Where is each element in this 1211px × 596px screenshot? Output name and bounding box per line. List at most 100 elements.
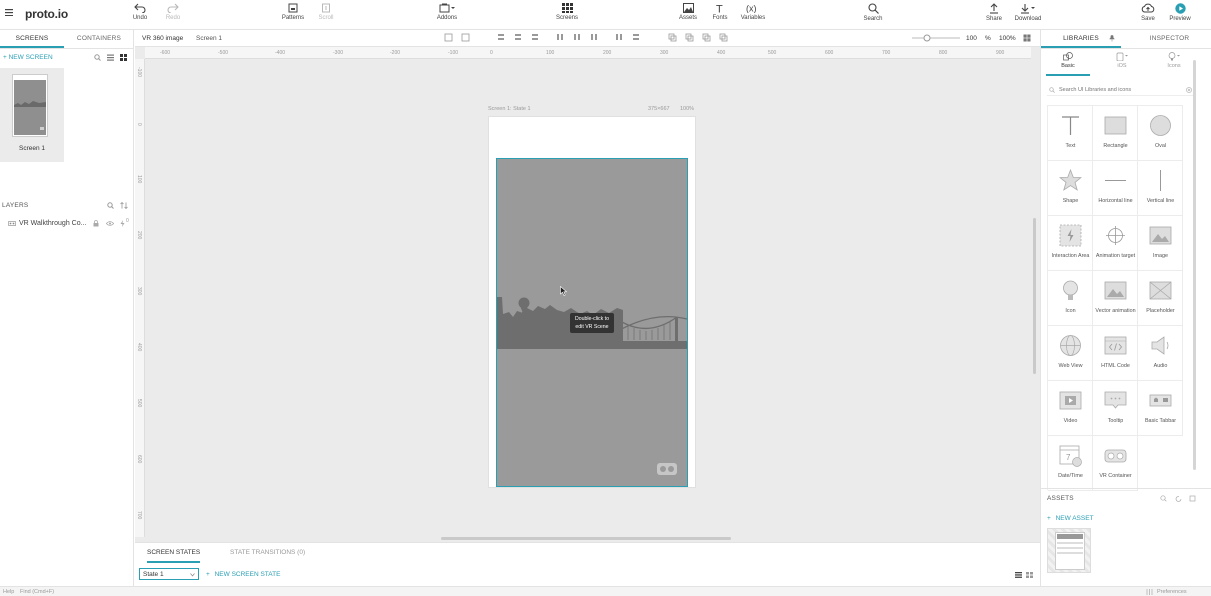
zoom-input[interactable]: 100	[966, 35, 977, 42]
lib-item-label: VR Container	[1099, 473, 1132, 479]
addons-button[interactable]: Addons	[429, 3, 465, 27]
save-button[interactable]: Save	[1130, 3, 1166, 27]
divider	[1041, 48, 1211, 49]
align-distribute-icons[interactable]	[443, 33, 733, 43]
preferences-link[interactable]: Preferences	[1157, 589, 1187, 595]
zoom-slider[interactable]	[912, 34, 960, 42]
layers-sort-icon[interactable]	[120, 201, 128, 211]
redo-button[interactable]: Redo	[155, 3, 191, 27]
lib-item-vr-container[interactable]: VR Container	[1093, 436, 1138, 491]
zoom-fit-button[interactable]: 100%	[999, 35, 1016, 42]
lib-item-image[interactable]: Image	[1138, 216, 1183, 271]
lib-item-interaction-area[interactable]: Interaction Area	[1048, 216, 1093, 271]
lock-icon[interactable]	[93, 220, 99, 229]
screens-button[interactable]: Screens	[549, 3, 585, 27]
list-view-icon[interactable]	[107, 54, 114, 63]
grid-view-icon[interactable]	[120, 54, 127, 63]
ruler-tick: 600	[825, 50, 834, 56]
image-icon	[1149, 226, 1172, 245]
lib-item-vector-animation[interactable]: Vector animation	[1093, 271, 1138, 326]
tab-screens[interactable]: SCREENS	[0, 30, 64, 48]
assets-button[interactable]: Assets	[670, 3, 706, 27]
grid-view-icon[interactable]	[1026, 572, 1033, 578]
lib-tab-basic[interactable]: Basic	[1046, 52, 1090, 76]
clear-search-icon[interactable]	[1186, 87, 1192, 93]
patterns-button[interactable]: Patterns	[275, 3, 311, 27]
tab-inspector[interactable]: INSPECTOR	[1127, 30, 1211, 48]
tab-screen-states[interactable]: SCREEN STATES	[147, 549, 201, 563]
assets-icon	[682, 3, 694, 13]
right-panel: LIBRARIES INSPECTOR Basic iOS Icons Text…	[1040, 30, 1211, 586]
breadcrumb-screen[interactable]: Screen 1	[196, 35, 222, 42]
lib-item-horizontal-line[interactable]: Horizontal line	[1093, 161, 1138, 216]
menu-icon[interactable]	[5, 9, 13, 18]
lib-item-icon[interactable]: Icon	[1048, 271, 1093, 326]
lib-item-audio[interactable]: Audio	[1138, 326, 1183, 381]
ruler-tick: 400	[136, 343, 142, 352]
fonts-icon: T	[716, 4, 723, 14]
list-view-icon[interactable]	[1015, 572, 1022, 578]
lib-item-web-view[interactable]: Web View	[1048, 326, 1093, 381]
horizontal-scrollbar[interactable]	[441, 537, 731, 540]
library-scrollbar[interactable]	[1193, 60, 1196, 470]
lib-item-label: Animation target	[1095, 253, 1136, 259]
new-asset-label: NEW ASSET	[1055, 515, 1094, 522]
lib-item-placeholder[interactable]: Placeholder	[1138, 271, 1183, 326]
vertical-line-icon	[1160, 170, 1161, 191]
lib-item-text[interactable]: Text	[1048, 106, 1093, 161]
layer-item[interactable]: VR Walkthrough Co... 0	[0, 217, 134, 231]
fonts-label: Fonts	[712, 15, 728, 21]
lib-item-tooltip[interactable]: Tooltip	[1093, 381, 1138, 436]
search-icon	[1049, 87, 1055, 93]
interaction-bolt-icon[interactable]	[120, 220, 125, 229]
new-asset-button[interactable]: + NEW ASSET	[1047, 515, 1094, 522]
library-search-input[interactable]	[1059, 85, 1184, 95]
find-link[interactable]: Find (Cmd+F)	[20, 589, 54, 595]
undo-button[interactable]: Undo	[122, 3, 158, 27]
text-icon	[1062, 116, 1079, 135]
help-link[interactable]: Help	[3, 589, 14, 595]
search-button[interactable]: Search	[855, 3, 891, 27]
ruler-tick: -100	[448, 50, 459, 56]
state-select[interactable]: State 1	[139, 568, 199, 580]
redo-icon	[167, 3, 179, 13]
lib-item-animation-target[interactable]: Animation target	[1093, 216, 1138, 271]
lib-tab-ios[interactable]: iOS	[1100, 52, 1144, 76]
vertical-scrollbar[interactable]	[1033, 218, 1036, 374]
screen-search-icon[interactable]	[94, 54, 101, 63]
horizontal-ruler: -600 -500 -400 -300 -200 -100 0 100 200 …	[145, 47, 1031, 59]
scroll-button[interactable]: Scroll	[308, 3, 344, 27]
vr-headset-icon	[1104, 449, 1127, 463]
preview-button[interactable]: Preview	[1162, 3, 1198, 27]
fonts-button[interactable]: T Fonts	[702, 3, 738, 27]
pin-icon[interactable]	[1109, 35, 1115, 42]
tab-containers[interactable]: CONTAINERS	[64, 30, 134, 48]
breadcrumb-project[interactable]: VR 360 image	[142, 35, 183, 42]
asset-thumbnail[interactable]	[1047, 528, 1091, 573]
screen-thumbnail-card[interactable]: Screen 1	[0, 68, 64, 162]
layers-search-icon[interactable]	[107, 202, 114, 211]
new-screen-state-button[interactable]: + NEW SCREEN STATE	[206, 571, 280, 578]
eye-icon[interactable]	[105, 221, 115, 228]
variables-button[interactable]: (x) Variables	[735, 3, 771, 27]
lib-item-datetime[interactable]: 7 Date/Time	[1048, 436, 1093, 491]
lib-item-rectangle[interactable]: Rectangle	[1093, 106, 1138, 161]
lib-item-html-code[interactable]: HTML Code	[1093, 326, 1138, 381]
new-screen-button[interactable]: + NEW SCREEN	[3, 54, 53, 61]
lib-item-shape[interactable]: Shape	[1048, 161, 1093, 216]
download-button[interactable]: Download	[1010, 3, 1046, 27]
library-search[interactable]	[1047, 85, 1193, 96]
lib-tab-icons[interactable]: Icons	[1152, 52, 1196, 76]
grid-toggle-icon[interactable]	[1023, 34, 1031, 42]
lib-item-label: Tooltip	[1107, 418, 1124, 424]
lib-item-video[interactable]: Video	[1048, 381, 1093, 436]
assets-actions-icons[interactable]	[1160, 495, 1200, 502]
lib-item-oval[interactable]: Oval	[1138, 106, 1183, 161]
screen-name: Screen 1	[18, 145, 46, 152]
tab-state-transitions[interactable]: STATE TRANSITIONS (0)	[230, 549, 305, 556]
lib-item-basic-tabbar[interactable]: Basic Tabbar	[1138, 381, 1183, 436]
lib-item-vertical-line[interactable]: Vertical line	[1138, 161, 1183, 216]
share-button[interactable]: Share	[976, 3, 1012, 27]
oval-icon	[1150, 115, 1171, 136]
ruler-tick: 300	[136, 287, 142, 296]
